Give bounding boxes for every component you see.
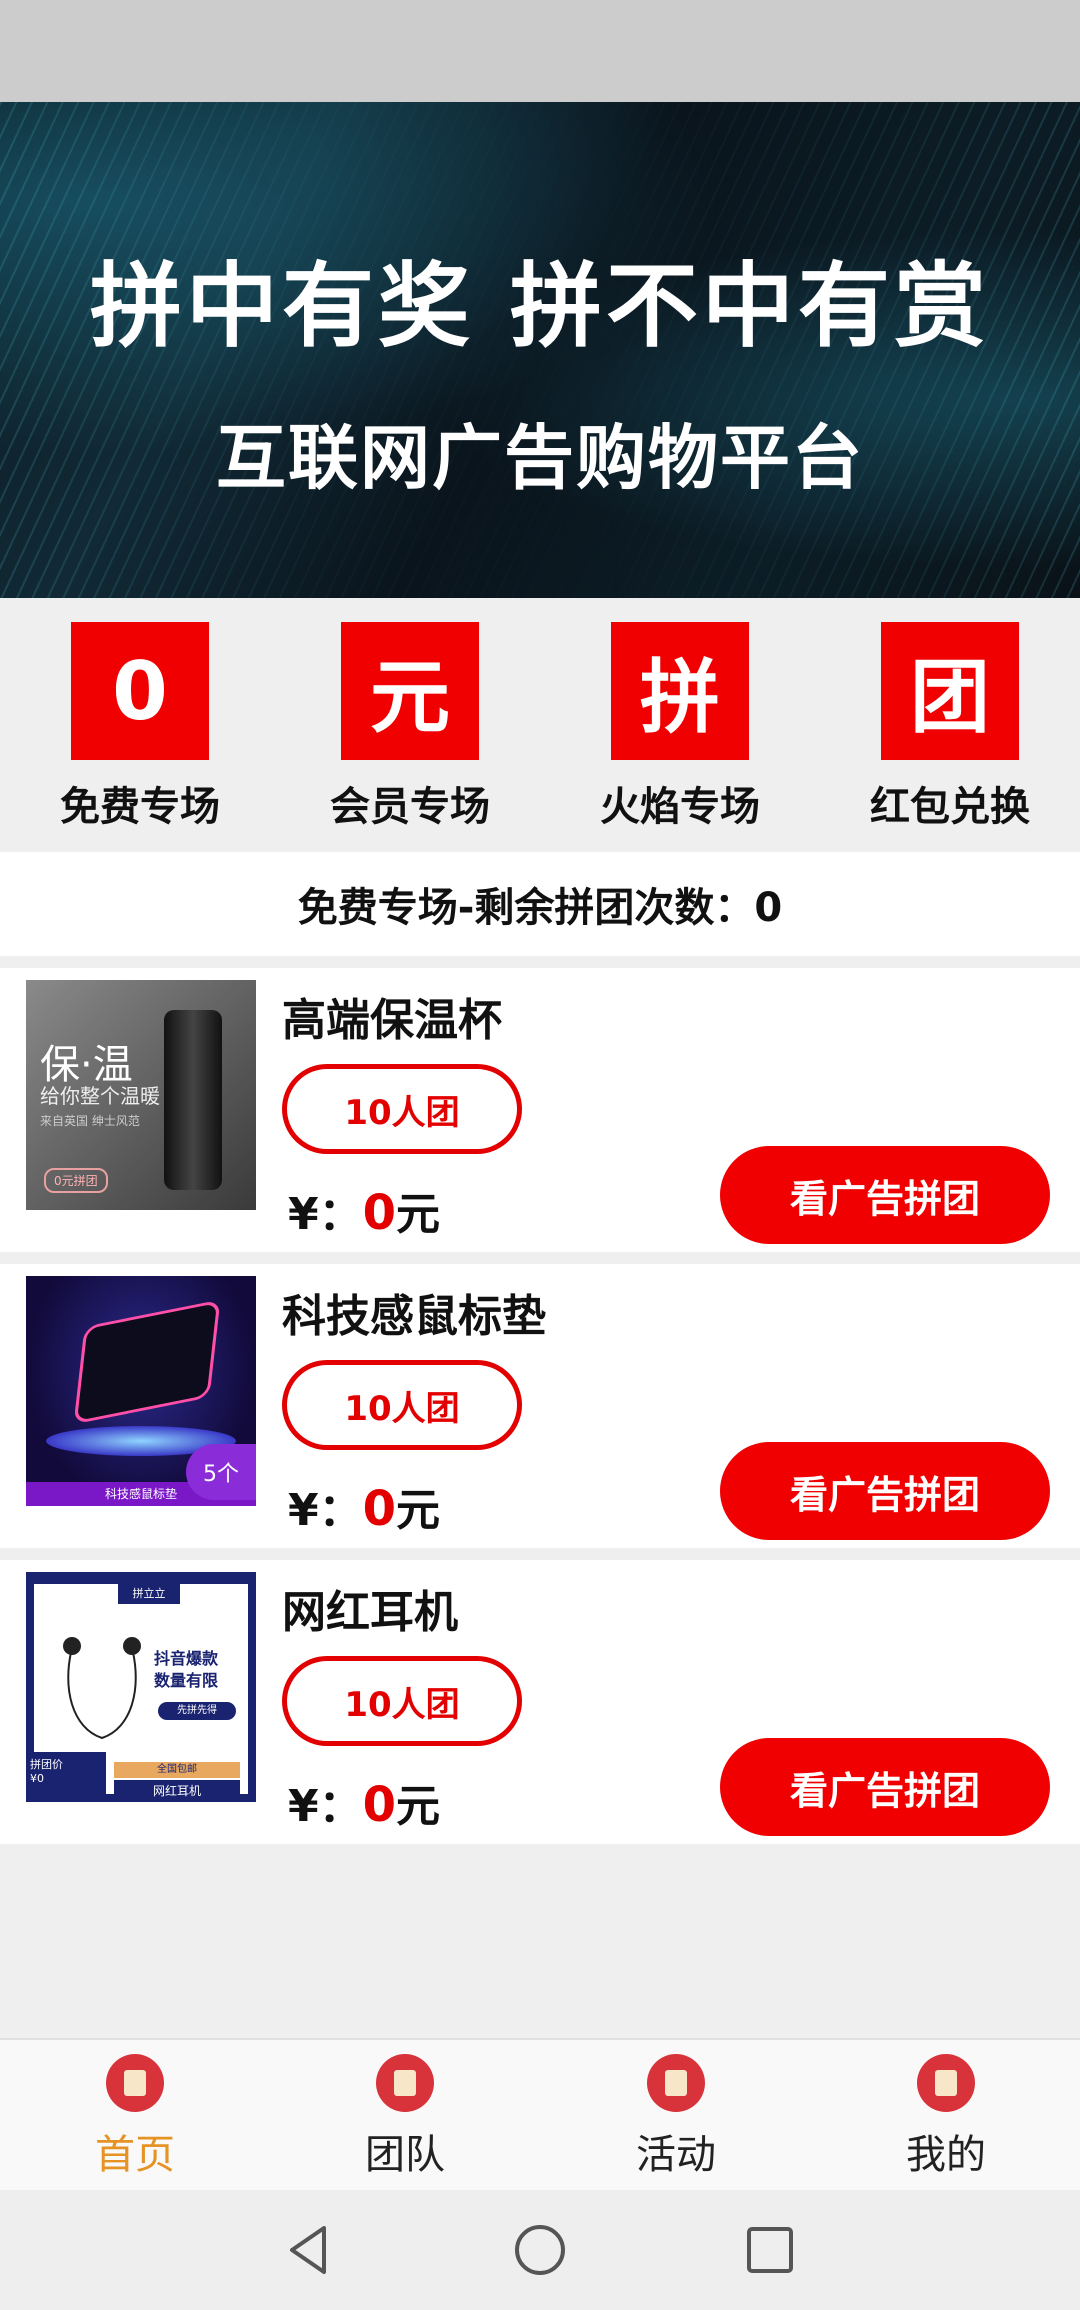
profile-icon — [917, 2054, 975, 2112]
product-name: 科技感鼠标垫 — [282, 1291, 546, 1342]
remaining-count-notice: 免费专场-剩余拼团次数：0 — [0, 852, 1080, 956]
category-label: 免费专场 — [60, 784, 220, 830]
tab-home[interactable]: 首页 — [45, 2054, 225, 2180]
category-redpacket[interactable]: 团 红包兑换 — [860, 622, 1040, 832]
thumb-price-block: 拼团价 ¥0 — [26, 1752, 106, 1802]
product-price: ¥：0元 — [288, 1770, 440, 1834]
price-unit: 元 — [396, 1781, 441, 1832]
home-icon — [106, 2054, 164, 2112]
product-price: ¥：0元 — [288, 1178, 440, 1242]
product-name: 高端保温杯 — [282, 995, 502, 1046]
tab-label: 我的 — [906, 2132, 986, 2178]
price-currency: ¥： — [288, 1781, 363, 1832]
price-amount: 0 — [362, 1481, 397, 1537]
category-flame[interactable]: 拼 火焰专场 — [590, 622, 770, 832]
thumb-text: 网红耳机 — [114, 1780, 240, 1802]
product-card[interactable]: 拼立立 抖音爆款数量有限 先拼先得 拼团价 ¥0 全国包邮 网红耳机 网红耳机 1… — [0, 1560, 1080, 1844]
home-circle-icon[interactable] — [510, 2220, 570, 2280]
back-icon[interactable] — [280, 2220, 340, 2280]
tab-profile[interactable]: 我的 — [856, 2054, 1036, 2180]
category-tile: 团 — [881, 622, 1019, 760]
tab-team[interactable]: 团队 — [315, 2054, 495, 2180]
thumb-text: 拼立立 — [118, 1584, 180, 1604]
thumb-headline: 抖音爆款 数量有限 — [154, 1648, 218, 1692]
category-label: 会员专场 — [330, 784, 490, 830]
thumb-badge: 0元拼团 — [44, 1168, 108, 1193]
banner-subtitle: 互联网广告购物平台 — [216, 417, 864, 499]
price-currency: ¥： — [288, 1189, 363, 1240]
tab-activity[interactable]: 活动 — [586, 2054, 766, 2180]
bottom-tab-bar: 首页 团队 活动 我的 — [0, 2038, 1080, 2190]
thumb-text: 数量有限 — [154, 1671, 219, 1690]
thumb-text: ¥0 — [30, 1772, 44, 1785]
status-bar — [0, 0, 1080, 102]
category-tile: 拼 — [611, 622, 749, 760]
watch-ad-join-button[interactable]: 看广告拼团 — [720, 1738, 1050, 1836]
product-card[interactable]: 科技感鼠标垫 5个 科技感鼠标垫 10人团 ¥：0元 看广告拼团 — [0, 1264, 1080, 1548]
category-free[interactable]: 0 免费专场 — [50, 622, 230, 832]
tab-label: 首页 — [95, 2132, 175, 2178]
group-size-tag: 10人团 — [282, 1064, 522, 1154]
activity-icon — [647, 2054, 705, 2112]
thumb-text: 全国包邮 — [114, 1762, 240, 1778]
product-name: 网红耳机 — [282, 1587, 458, 1638]
category-label: 火焰专场 — [600, 784, 760, 830]
tab-label: 活动 — [636, 2132, 716, 2178]
thumb-count-badge: 5个 — [186, 1444, 256, 1500]
category-tile: 元 — [341, 622, 479, 760]
thumb-text: 来自英国 绅士风范 — [40, 1114, 140, 1128]
earphones-graphic — [63, 1637, 141, 1740]
thumb-text: 拼团价 — [30, 1758, 63, 1771]
promo-banner[interactable]: 拼中有奖 拼不中有赏 互联网广告购物平台 — [0, 102, 1080, 598]
system-nav-bar — [0, 2190, 1080, 2310]
group-size-tag: 10人团 — [282, 1656, 522, 1746]
category-label: 红包兑换 — [870, 784, 1030, 830]
thumb-text: 抖音爆款 — [154, 1649, 219, 1668]
team-icon — [376, 2054, 434, 2112]
watch-ad-join-button[interactable]: 看广告拼团 — [720, 1442, 1050, 1540]
category-member[interactable]: 元 会员专场 — [320, 622, 500, 832]
thumb-text: 给你整个温暖 — [40, 1084, 160, 1108]
product-image[interactable]: 拼立立 抖音爆款数量有限 先拼先得 拼团价 ¥0 全国包邮 网红耳机 — [26, 1572, 256, 1802]
product-price: ¥：0元 — [288, 1474, 440, 1538]
price-unit: 元 — [396, 1189, 441, 1240]
product-image[interactable]: 科技感鼠标垫 5个 — [26, 1276, 256, 1506]
bottle-graphic — [164, 1010, 222, 1190]
price-unit: 元 — [396, 1485, 441, 1536]
product-image[interactable]: 保·温 给你整个温暖 来自英国 绅士风范 0元拼团 — [26, 980, 256, 1210]
group-size-tag: 10人团 — [282, 1360, 522, 1450]
thumb-text: 先拼先得 — [158, 1702, 236, 1720]
mousepad-graphic — [73, 1299, 221, 1425]
price-currency: ¥： — [288, 1485, 363, 1536]
category-grid: 0 免费专场 元 会员专场 拼 火焰专场 团 红包兑换 — [0, 598, 1080, 852]
recents-icon[interactable] — [740, 2220, 800, 2280]
category-tile: 0 — [71, 622, 209, 760]
price-amount: 0 — [362, 1185, 397, 1241]
tab-label: 团队 — [365, 2132, 445, 2178]
product-card[interactable]: 保·温 给你整个温暖 来自英国 绅士风范 0元拼团 高端保温杯 10人团 ¥：0… — [0, 968, 1080, 1252]
banner-title: 拼中有奖 拼不中有赏 — [89, 253, 991, 360]
price-amount: 0 — [362, 1777, 397, 1833]
watch-ad-join-button[interactable]: 看广告拼团 — [720, 1146, 1050, 1244]
